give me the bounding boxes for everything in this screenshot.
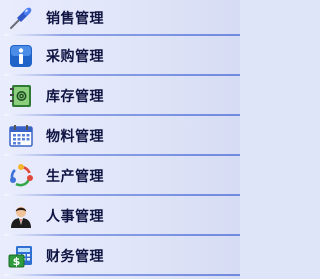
menu-item-production[interactable]: 生产管理 [0, 156, 240, 196]
menu-item-finance[interactable]: $ 财务管理 [0, 236, 240, 276]
pushpin-icon [6, 3, 36, 33]
menu-item-inventory[interactable]: 库存管理 [0, 76, 240, 116]
menu-item-purchasing[interactable]: 采购管理 [0, 36, 240, 76]
menu-item-hr[interactable]: 人事管理 [0, 196, 240, 236]
cycle-icon [6, 161, 36, 191]
sidebar-menu: 销售管理 采购管理 库存管理 物料管理 生产管理 人事管理 $ 财务管理 [0, 0, 240, 279]
menu-item-label: 财务管理 [46, 249, 104, 265]
svg-text:$: $ [13, 255, 21, 268]
address-book-icon [6, 81, 36, 111]
calendar-icon [6, 121, 36, 151]
menu-item-label: 销售管理 [46, 11, 104, 27]
menu-item-label: 物料管理 [46, 129, 104, 145]
menu-item-label: 人事管理 [46, 209, 104, 225]
menu-item-materials[interactable]: 物料管理 [0, 116, 240, 156]
menu-item-sales[interactable]: 销售管理 [0, 0, 240, 36]
money-icon: $ [6, 241, 36, 271]
menu-item-label: 采购管理 [46, 49, 104, 65]
menu-item-label: 库存管理 [46, 89, 104, 105]
person-icon [6, 201, 36, 231]
menu-item-label: 生产管理 [46, 169, 104, 185]
info-icon [6, 41, 36, 71]
